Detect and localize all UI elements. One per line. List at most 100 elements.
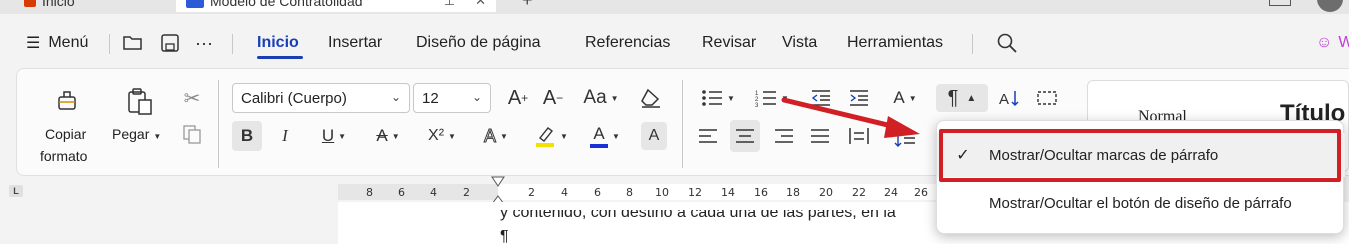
tab-document[interactable]: Modelo de Contratolidad ⊥ ✕ — [176, 0, 496, 12]
shrink-font-button[interactable]: A − — [540, 84, 566, 112]
strikethrough-button[interactable]: A ▼ — [366, 121, 410, 151]
ruler-number: 18 — [786, 186, 800, 199]
ruler-number: 20 — [819, 186, 833, 199]
divider — [109, 34, 110, 54]
font-name-value: Calibri (Cuerpo) — [241, 89, 347, 107]
tab-document-label: Modelo de Contratolidad — [210, 0, 363, 9]
tab-home-label: Inicio — [42, 0, 75, 9]
tab-herramientas[interactable]: Herramientas — [847, 26, 943, 60]
pin-icon[interactable]: ⊥ — [444, 0, 455, 9]
paste-icon[interactable] — [124, 86, 156, 118]
underline-label: U — [321, 126, 335, 145]
divider — [232, 34, 233, 54]
chevron-down-icon: ▼ — [612, 131, 620, 141]
chevron-down-icon: ▼ — [153, 132, 162, 141]
font-size-select[interactable]: 12 ⌄ — [413, 83, 491, 113]
tab-insertar[interactable]: Insertar — [328, 26, 382, 60]
ruler-number: 8 — [366, 186, 373, 199]
grow-font-button[interactable]: A + — [505, 84, 531, 112]
document-icon — [186, 0, 204, 8]
font-color-button[interactable]: A ▼ — [584, 121, 626, 151]
change-case-button[interactable]: Aa ▼ — [578, 84, 624, 112]
svg-text:3: 3 — [755, 103, 759, 107]
highlight-button[interactable]: ▼ — [530, 121, 572, 151]
tab-vista[interactable]: Vista — [782, 26, 817, 60]
cut-icon[interactable]: ✂ — [180, 86, 204, 110]
hamburger-icon: ☰ — [26, 35, 41, 52]
chevron-up-icon: ▲ — [966, 92, 977, 104]
search-icon[interactable] — [996, 26, 1018, 60]
bullets-button[interactable]: ▼ — [698, 84, 738, 112]
font-size-value: 12 — [422, 89, 439, 107]
align-left-icon[interactable] — [696, 122, 720, 150]
menu-item-show-hide-marks[interactable]: ✓ Mostrar/Ocultar marcas de párrafo — [937, 133, 1345, 177]
ruler-number: 2 — [528, 186, 535, 199]
chevron-down-icon: ▼ — [338, 131, 347, 141]
tab-referencias[interactable]: Referencias — [585, 26, 670, 60]
menu-button[interactable]: ☰ Menú — [26, 26, 88, 60]
ruler-number: 12 — [688, 186, 702, 199]
copy-format-label-1[interactable]: Copiar — [45, 126, 86, 142]
chevron-down-icon: ⌄ — [471, 90, 482, 104]
tab-inicio[interactable]: Inicio — [257, 26, 299, 60]
divider — [682, 80, 683, 168]
italic-button[interactable]: I — [272, 121, 298, 151]
wps-icon — [24, 0, 36, 7]
ruler-number: 4 — [561, 186, 568, 199]
more-icon[interactable]: ··· — [195, 26, 213, 60]
sort-icon[interactable]: A — [996, 84, 1024, 112]
paste-button[interactable]: Pegar ▼ — [112, 126, 161, 142]
text-effects-button[interactable]: A ▼ — [476, 121, 516, 151]
ai-icon[interactable]: ☺ W — [1316, 26, 1349, 60]
close-icon[interactable]: ✕ — [475, 0, 486, 9]
pilcrow-icon: ¶ — [947, 86, 959, 109]
tab-home[interactable]: Inicio — [14, 0, 164, 12]
strike-label: A — [376, 126, 388, 145]
chevron-down-icon: ⌄ — [390, 90, 401, 104]
open-folder-icon[interactable] — [122, 26, 144, 60]
new-tab-button[interactable]: + — [522, 0, 533, 11]
menu-label: Menú — [48, 34, 89, 51]
underline-button[interactable]: U ▼ — [312, 121, 356, 151]
paragraph-marks-menu: ✓ Mostrar/Ocultar marcas de párrafo Most… — [936, 120, 1345, 234]
copy-format-label-2[interactable]: formato — [40, 148, 87, 164]
ruler-number: 16 — [754, 186, 768, 199]
text-effects-label: A — [484, 125, 497, 146]
divider — [218, 80, 219, 168]
save-icon[interactable] — [160, 26, 180, 60]
ruler-number: 6 — [398, 186, 405, 199]
window-icon[interactable] — [1269, 0, 1291, 6]
format-painter-icon[interactable] — [52, 86, 82, 116]
ruler-number: 22 — [852, 186, 866, 199]
checkmark-icon: ✓ — [956, 147, 970, 164]
chevron-down-icon: ▼ — [500, 131, 508, 141]
char-shading-button[interactable]: A — [641, 122, 667, 150]
superscript-button[interactable]: X² ▼ — [420, 121, 464, 151]
ruler-number: 24 — [884, 186, 898, 199]
ruler-number: 8 — [626, 186, 633, 199]
chevron-down-icon: ▼ — [391, 131, 400, 141]
superscript-label: X² — [428, 127, 445, 144]
ruler-number: 4 — [430, 186, 437, 199]
ruler-number: 6 — [594, 186, 601, 199]
ruler-number: 14 — [721, 186, 735, 199]
ruler-number: 2 — [463, 186, 470, 199]
align-center-icon[interactable] — [730, 120, 760, 152]
show-hide-marks-button[interactable]: ¶ ▲ — [936, 84, 988, 112]
page-break-icon[interactable] — [1034, 84, 1060, 112]
font-name-select[interactable]: Calibri (Cuerpo) ⌄ — [232, 83, 410, 113]
tab-stop-selector[interactable]: L — [9, 185, 23, 197]
annotation-arrow — [781, 97, 920, 138]
clear-format-icon[interactable] — [638, 86, 664, 110]
chevron-down-icon: ▼ — [610, 93, 619, 103]
menu-item-label: Mostrar/Ocultar el botón de diseño de pá… — [989, 194, 1292, 212]
tab-revisar[interactable]: Revisar — [702, 26, 756, 60]
menu-bar: ☰ Menú ··· Inicio Insertar Diseño de pág… — [0, 26, 1349, 60]
copy-icon[interactable] — [180, 122, 204, 146]
menu-item-show-hide-layout-button[interactable]: Mostrar/Ocultar el botón de diseño de pá… — [937, 181, 1345, 225]
ruler-number: 10 — [655, 186, 669, 199]
paste-label: Pegar — [112, 126, 150, 142]
tab-diseno-pagina[interactable]: Diseño de página — [416, 26, 541, 60]
chevron-down-icon: ▼ — [560, 131, 568, 141]
bold-button[interactable]: B — [232, 121, 262, 151]
